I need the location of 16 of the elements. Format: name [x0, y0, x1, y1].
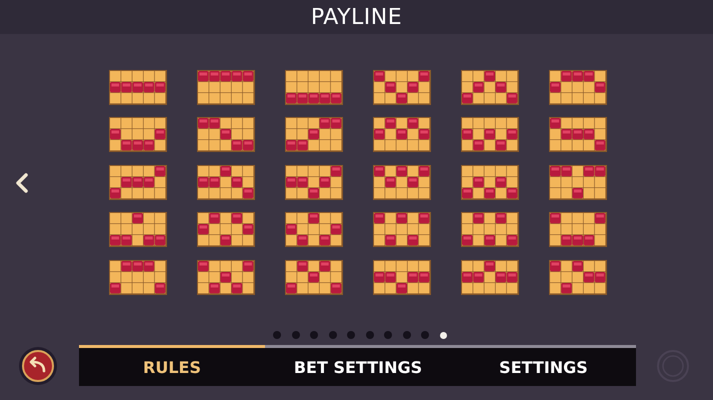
- page-dot[interactable]: [292, 331, 300, 339]
- tab[interactable]: BET SETTINGS: [265, 345, 451, 386]
- screen-title: PAYLINE: [310, 4, 402, 30]
- page-dot[interactable]: [310, 331, 318, 339]
- page-dot[interactable]: [402, 331, 410, 339]
- page-dot[interactable]: [421, 331, 429, 339]
- page-dot[interactable]: [384, 331, 392, 339]
- page-dot[interactable]: [328, 331, 336, 339]
- tab[interactable]: SETTINGS: [451, 345, 636, 386]
- return-button-icon[interactable]: [18, 346, 58, 386]
- page-dot[interactable]: [347, 331, 355, 339]
- page-dot[interactable]: [440, 332, 446, 338]
- page-dot[interactable]: [273, 331, 281, 339]
- page-dot[interactable]: [366, 331, 374, 339]
- back-chevron-icon[interactable]: [15, 173, 29, 193]
- tab[interactable]: RULES: [79, 345, 265, 386]
